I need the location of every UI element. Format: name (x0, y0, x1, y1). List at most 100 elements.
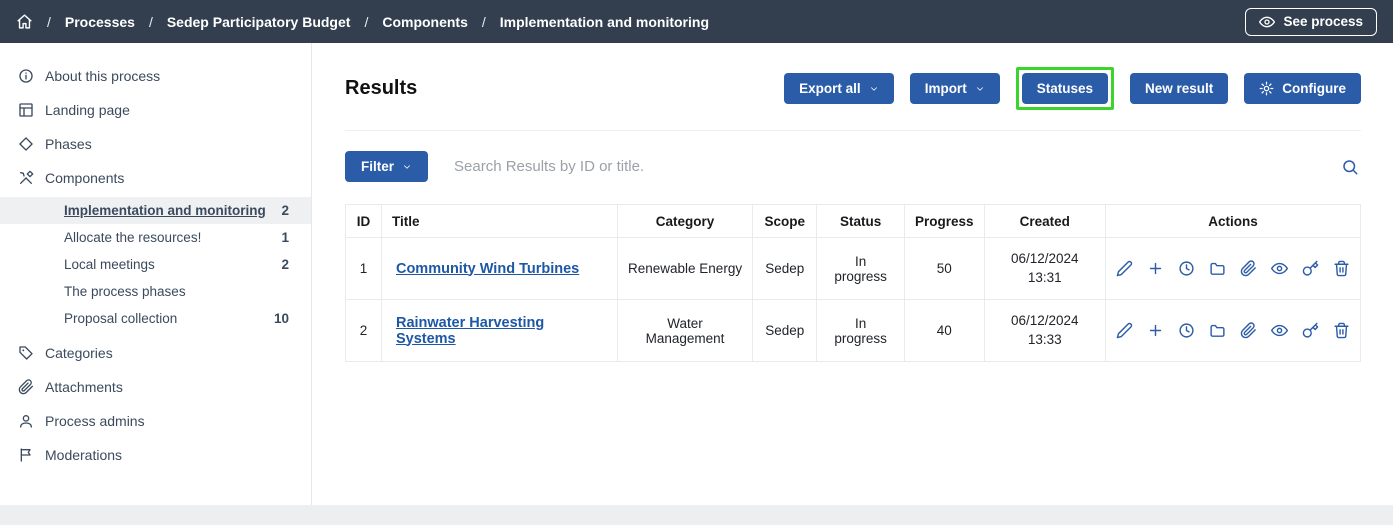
sidebar-subitem-implementation-and-monitoring[interactable]: Implementation and monitoring 2 (0, 197, 311, 224)
statuses-label: Statuses (1037, 81, 1093, 96)
export-all-button[interactable]: Export all (784, 73, 894, 104)
add-icon[interactable] (1147, 260, 1164, 277)
cell-category: Renewable Energy (617, 238, 752, 300)
subitem-label: The process phases (64, 284, 186, 299)
filter-label: Filter (361, 159, 394, 174)
sidebar-item-process-admins[interactable]: Process admins (0, 404, 311, 438)
paperclip-icon[interactable] (1240, 260, 1257, 277)
cell-progress: 50 (904, 238, 984, 300)
see-process-label: See process (1283, 14, 1363, 29)
result-title-link[interactable]: Rainwater Harvesting Systems (396, 315, 544, 347)
add-icon[interactable] (1147, 322, 1164, 339)
sidebar-item-components[interactable]: Components (0, 161, 311, 195)
trash-icon[interactable] (1333, 260, 1350, 277)
main-content: Results Export all Import Statuses (312, 43, 1393, 505)
search-input[interactable] (454, 158, 1313, 175)
export-all-label: Export all (799, 81, 861, 96)
cell-progress: 40 (904, 300, 984, 362)
sidebar-item-label: Components (45, 170, 124, 186)
sidebar-subitem-local-meetings[interactable]: Local meetings 2 (0, 251, 311, 278)
table-row: 2 Rainwater Harvesting Systems Water Man… (346, 300, 1361, 362)
sidebar-item-label: Process admins (45, 413, 145, 429)
eye-icon[interactable] (1271, 322, 1288, 339)
new-result-label: New result (1145, 81, 1213, 96)
clock-icon[interactable] (1178, 260, 1195, 277)
edit-icon[interactable] (1116, 322, 1133, 339)
breadcrumb-current-component[interactable]: Implementation and monitoring (500, 14, 709, 30)
sidebar-subitem-proposal-collection[interactable]: Proposal collection 10 (0, 305, 311, 332)
trash-icon[interactable] (1333, 322, 1350, 339)
folder-icon[interactable] (1209, 260, 1226, 277)
edit-icon[interactable] (1116, 260, 1133, 277)
cell-created: 06/12/2024 13:31 (984, 238, 1106, 300)
sidebar-item-about[interactable]: About this process (0, 59, 311, 93)
configure-label: Configure (1282, 81, 1346, 96)
cell-status: In progress (817, 238, 905, 300)
column-header-category: Category (617, 205, 752, 238)
column-header-created: Created (984, 205, 1106, 238)
sidebar-item-categories[interactable]: Categories (0, 336, 311, 370)
cell-scope: Sedep (753, 238, 817, 300)
eye-icon[interactable] (1271, 260, 1288, 277)
paperclip-icon[interactable] (1240, 322, 1257, 339)
column-header-scope: Scope (753, 205, 817, 238)
cell-id: 1 (346, 238, 382, 300)
subitem-count: 10 (274, 311, 289, 326)
sidebar: About this process Landing page Phases C… (0, 43, 312, 505)
subitem-count: 2 (281, 203, 289, 218)
home-icon[interactable] (16, 13, 33, 30)
sidebar-item-attachments[interactable]: Attachments (0, 370, 311, 404)
subitem-count: 2 (281, 257, 289, 272)
row-actions (1116, 260, 1350, 277)
tag-icon (18, 345, 34, 361)
subitem-count: 1 (281, 230, 289, 245)
row-actions (1116, 322, 1350, 339)
breadcrumb-processes[interactable]: Processes (65, 14, 135, 30)
folder-icon[interactable] (1209, 322, 1226, 339)
import-button[interactable]: Import (910, 73, 1000, 104)
sidebar-item-label: About this process (45, 68, 160, 84)
sidebar-item-landing-page[interactable]: Landing page (0, 93, 311, 127)
cell-scope: Sedep (753, 300, 817, 362)
new-result-button[interactable]: New result (1130, 73, 1228, 104)
configure-button[interactable]: Configure (1244, 73, 1361, 104)
key-icon[interactable] (1302, 260, 1319, 277)
sidebar-item-moderations[interactable]: Moderations (0, 438, 311, 472)
eye-icon (1259, 14, 1275, 30)
breadcrumb-separator: / (364, 14, 368, 30)
sidebar-item-phases[interactable]: Phases (0, 127, 311, 161)
chevron-down-icon (975, 84, 985, 94)
breadcrumb: / Processes / Sedep Participatory Budget… (16, 13, 709, 30)
gear-icon (1259, 81, 1274, 96)
statuses-button[interactable]: Statuses (1022, 73, 1108, 104)
sidebar-subitem-the-process-phases[interactable]: The process phases (0, 278, 311, 305)
sidebar-subitem-allocate-the-resources[interactable]: Allocate the resources! 1 (0, 224, 311, 251)
chevron-down-icon (402, 162, 412, 172)
see-process-button[interactable]: See process (1245, 8, 1377, 36)
result-title-link[interactable]: Community Wind Turbines (396, 261, 579, 277)
breadcrumb-separator: / (482, 14, 486, 30)
import-label: Import (925, 81, 967, 96)
phases-icon (18, 136, 34, 152)
flag-icon (18, 447, 34, 463)
filter-row: Filter (345, 151, 1361, 182)
search-icon[interactable] (1339, 156, 1361, 178)
subitem-label: Allocate the resources! (64, 230, 201, 245)
subitem-label: Proposal collection (64, 311, 177, 326)
statuses-highlight-box: Statuses (1016, 67, 1114, 110)
breadcrumb-components[interactable]: Components (382, 14, 468, 30)
info-icon (18, 68, 34, 84)
table-row: 1 Community Wind Turbines Renewable Ener… (346, 238, 1361, 300)
cell-id: 2 (346, 300, 382, 362)
paperclip-icon (18, 379, 34, 395)
cell-status: In progress (817, 300, 905, 362)
results-toolbar: Export all Import Statuses (784, 67, 1361, 110)
column-header-title: Title (381, 205, 617, 238)
key-icon[interactable] (1302, 322, 1319, 339)
breadcrumb-process-name[interactable]: Sedep Participatory Budget (167, 14, 351, 30)
sidebar-item-label: Phases (45, 136, 92, 152)
clock-icon[interactable] (1178, 322, 1195, 339)
filter-button[interactable]: Filter (345, 151, 428, 182)
top-bar: / Processes / Sedep Participatory Budget… (0, 0, 1393, 43)
breadcrumb-separator: / (149, 14, 153, 30)
